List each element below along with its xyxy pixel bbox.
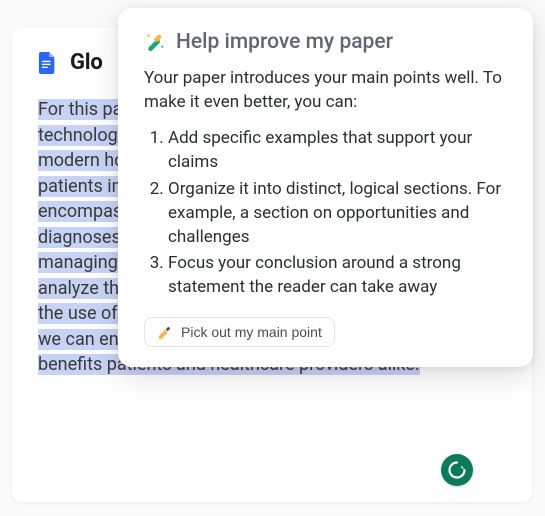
highlighter-icon: [157, 324, 173, 340]
popup-title: Help improve my paper: [176, 30, 393, 54]
list-item: Add specific examples that support your …: [168, 126, 507, 174]
magic-wand-icon: [144, 31, 166, 53]
pick-main-point-button[interactable]: Pick out my main point: [144, 317, 335, 347]
popup-intro-text: Your paper introduces your main points w…: [144, 66, 507, 114]
suggestion-popup: Help improve my paper Your paper introdu…: [118, 8, 533, 367]
list-item: Organize it into distinct, logical secti…: [168, 177, 507, 249]
google-doc-icon: [38, 52, 56, 74]
grammarly-badge-icon[interactable]: [441, 454, 473, 486]
chip-label: Pick out my main point: [181, 324, 322, 340]
document-title: Glo: [70, 50, 103, 75]
list-item: Focus your conclusion around a strong st…: [168, 251, 507, 299]
suggestion-list: Add specific examples that support your …: [144, 126, 507, 299]
popup-header: Help improve my paper: [144, 30, 507, 54]
